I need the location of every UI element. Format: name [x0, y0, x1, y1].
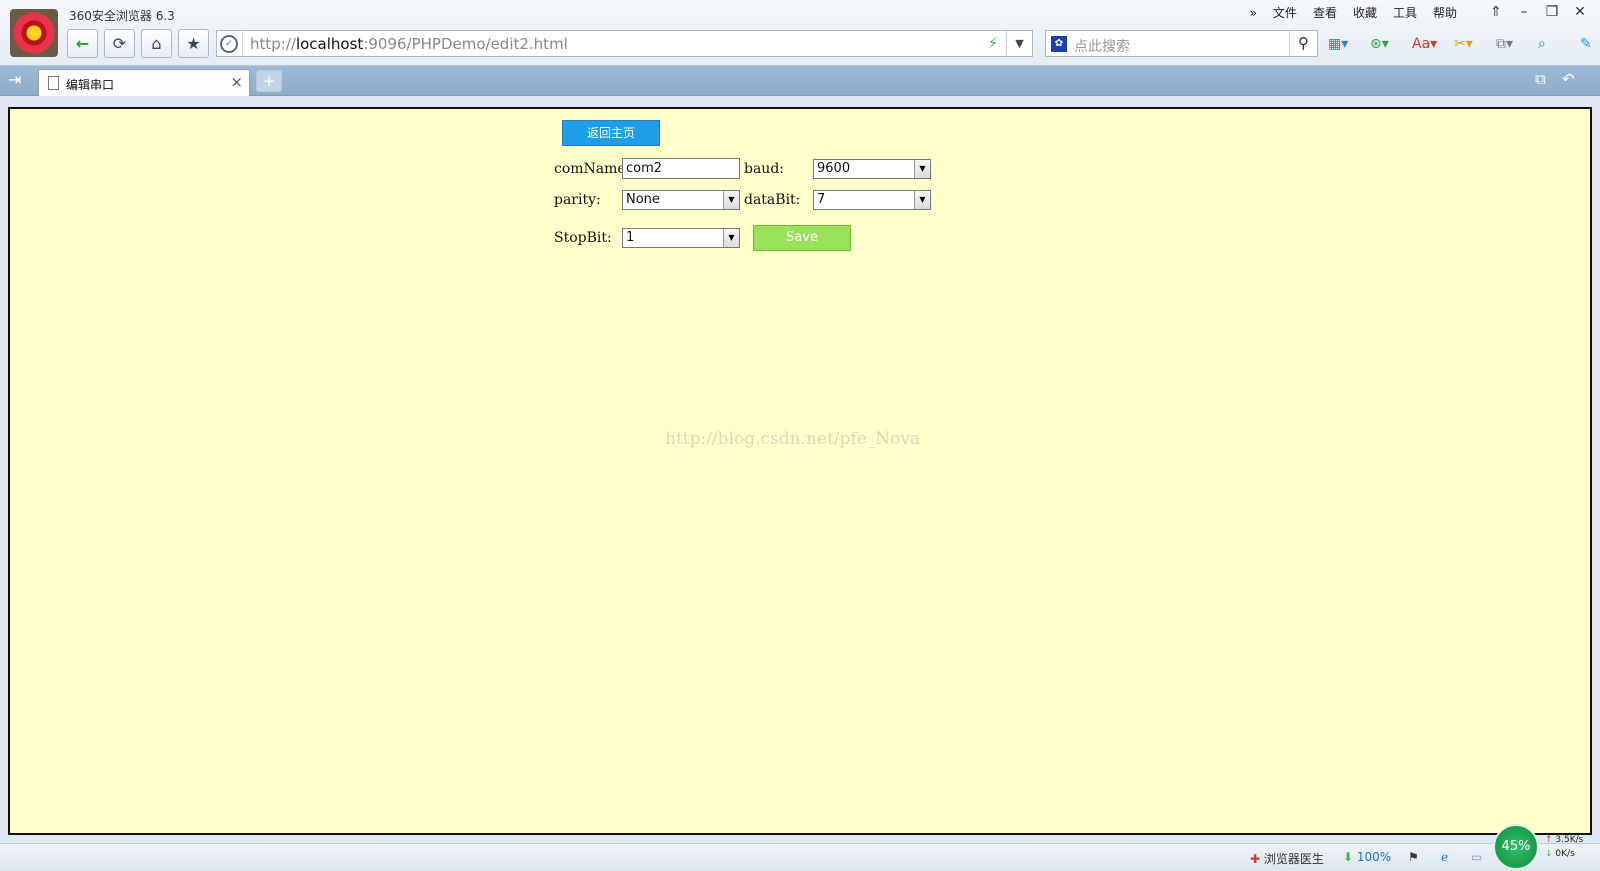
download-speed: ↓ 0K/s: [1545, 847, 1583, 861]
menu-view[interactable]: 查看: [1305, 5, 1345, 21]
menu-file[interactable]: 文件: [1265, 5, 1305, 21]
window-controls: ⇑ – ❐ ✕: [1482, 1, 1594, 23]
address-divider: [242, 31, 243, 56]
new-tab-button[interactable]: +: [256, 70, 282, 92]
parity-selected: None: [626, 192, 660, 207]
favorite-button[interactable]: ★: [178, 29, 209, 58]
upload-speed-value: 3.5K/s: [1555, 835, 1584, 845]
dropdown-arrow-icon[interactable]: ▼: [723, 191, 739, 209]
apps-grid-icon[interactable]: ▦▾: [1328, 34, 1360, 54]
money-shield-icon[interactable]: ⊛▾: [1370, 34, 1402, 54]
translate-icon[interactable]: Aa▾: [1412, 34, 1444, 54]
up-arrow-icon: ↑: [1545, 835, 1553, 845]
ie-icon[interactable]: ℯ: [1441, 850, 1448, 864]
browser-logo-icon: [10, 9, 58, 57]
status-bar: ✚ 浏览器医生 ⬇ 100% ⚑ ℯ ▭: [0, 843, 1600, 871]
arrow-left-icon: ←: [75, 34, 90, 53]
home-button-browser[interactable]: ⌂: [141, 29, 172, 58]
stopbit-selected: 1: [626, 230, 635, 245]
star-icon: ★: [186, 34, 201, 53]
home-icon: ⌂: [151, 34, 162, 53]
parity-select[interactable]: None ▼: [622, 190, 740, 210]
skin-icon[interactable]: ⇑: [1482, 1, 1510, 23]
databit-selected: 7: [817, 192, 826, 207]
tab-label: 编辑串口: [66, 78, 115, 92]
screenshot-icon[interactable]: ✂▾: [1454, 34, 1486, 54]
dropdown-arrow-icon[interactable]: ▼: [723, 229, 739, 247]
browser-doctor-label: 浏览器医生: [1263, 852, 1324, 866]
toolbar-extensions: ▦▾ ⊛▾ Aa▾ ✂▾ ⧉▾ ⌕ ✎: [1328, 34, 1600, 54]
speed-gauge[interactable]: 45%: [1493, 824, 1539, 870]
edit-serial-form: 返回主页 comName: com2 baud: 9600 ▼ parity: …: [10, 109, 1590, 833]
feather-icon[interactable]: ✎: [1580, 34, 1600, 54]
download-speed-value: 0K/s: [1555, 849, 1575, 859]
menu-help[interactable]: 帮助: [1425, 5, 1465, 21]
compat-mode-icon[interactable]: ⚑: [1408, 850, 1419, 864]
zoom-icon[interactable]: ⌕: [1538, 34, 1570, 54]
refresh-icon: ⟳: [112, 34, 127, 53]
databit-select[interactable]: 7 ▼: [813, 190, 931, 210]
web-page: 返回主页 comName: com2 baud: 9600 ▼ parity: …: [8, 107, 1592, 835]
sidebar-toggle-icon[interactable]: ⇥: [8, 70, 21, 89]
browser-doctor[interactable]: ✚ 浏览器医生: [1250, 850, 1324, 867]
zoom-level[interactable]: ⬇ 100%: [1343, 850, 1391, 864]
baud-select[interactable]: 9600 ▼: [813, 159, 931, 179]
close-tab-icon[interactable]: ×: [230, 73, 243, 91]
upload-speed: ↑ 3.5K/s: [1545, 833, 1583, 847]
return-home-button[interactable]: 返回主页: [562, 120, 660, 146]
lightning-icon[interactable]: ⚡: [987, 34, 998, 52]
url-text[interactable]: http://localhost:9096/PHPDemo/edit2.html: [250, 35, 568, 53]
chevron-down-icon[interactable]: ▼: [1006, 31, 1032, 56]
app-title: 360安全浏览器 6.3: [69, 9, 175, 23]
tab-edit-serial[interactable]: 编辑串口 ×: [38, 69, 250, 96]
url-path: :9096/PHPDemo/edit2.html: [363, 35, 568, 53]
close-window-icon[interactable]: ✕: [1566, 1, 1594, 23]
search-icon[interactable]: ⚲: [1289, 31, 1317, 56]
window-icon[interactable]: ▭: [1471, 850, 1482, 864]
watermark: http://blog.csdn.net/pfe_Nova: [665, 429, 921, 449]
comname-input[interactable]: com2: [622, 158, 740, 179]
comname-label: comName:: [554, 161, 631, 177]
parity-label: parity:: [554, 192, 601, 208]
address-bar[interactable]: ✓ http://localhost:9096/PHPDemo/edit2.ht…: [216, 30, 1033, 57]
save-button[interactable]: Save: [753, 225, 851, 251]
download-arrow-icon: ⬇: [1343, 850, 1354, 864]
baud-label: baud:: [744, 161, 785, 177]
stopbit-select[interactable]: 1 ▼: [622, 228, 740, 248]
dropdown-arrow-icon[interactable]: ▼: [914, 191, 930, 209]
network-speed: ↑ 3.5K/s ↓ 0K/s: [1545, 833, 1583, 861]
menu-bar: » 文件 查看 收藏 工具 帮助: [1242, 5, 1465, 21]
search-box[interactable]: ✿ 点此搜索 ⚲: [1045, 30, 1318, 57]
search-placeholder: 点此搜索: [1074, 39, 1130, 55]
menu-tools[interactable]: 工具: [1385, 5, 1425, 21]
tab-list-icon[interactable]: ⧉: [1535, 70, 1546, 88]
baidu-paw-icon[interactable]: ✿: [1051, 36, 1067, 52]
restore-icon[interactable]: ❐: [1538, 1, 1566, 23]
down-arrow-icon: ↓: [1545, 849, 1553, 859]
menu-more[interactable]: »: [1242, 5, 1265, 21]
tab-bar: ⇥ 编辑串口 × + ⧉ ↶: [0, 66, 1600, 96]
menu-favorites[interactable]: 收藏: [1345, 5, 1385, 21]
stopbit-label: StopBit:: [554, 230, 612, 246]
document-icon: [48, 76, 59, 90]
baud-selected: 9600: [817, 161, 851, 176]
shield-icon: ✓: [220, 35, 238, 53]
databit-label: dataBit:: [744, 192, 801, 208]
zoom-value: 100%: [1356, 850, 1392, 864]
url-host: localhost: [295, 35, 364, 53]
image-icon[interactable]: ⧉▾: [1496, 34, 1528, 54]
dropdown-arrow-icon[interactable]: ▼: [914, 160, 930, 178]
minimize-icon[interactable]: –: [1510, 1, 1538, 23]
browser-toolbar: 360安全浏览器 6.3 » 文件 查看 收藏 工具 帮助 ⇑ – ❐ ✕ ← …: [0, 0, 1600, 66]
url-prefix: http://: [250, 35, 296, 53]
back-button[interactable]: ←: [67, 29, 98, 58]
undo-close-icon[interactable]: ↶: [1562, 70, 1575, 88]
doctor-icon: ✚: [1250, 852, 1261, 866]
refresh-button[interactable]: ⟳: [104, 29, 135, 58]
